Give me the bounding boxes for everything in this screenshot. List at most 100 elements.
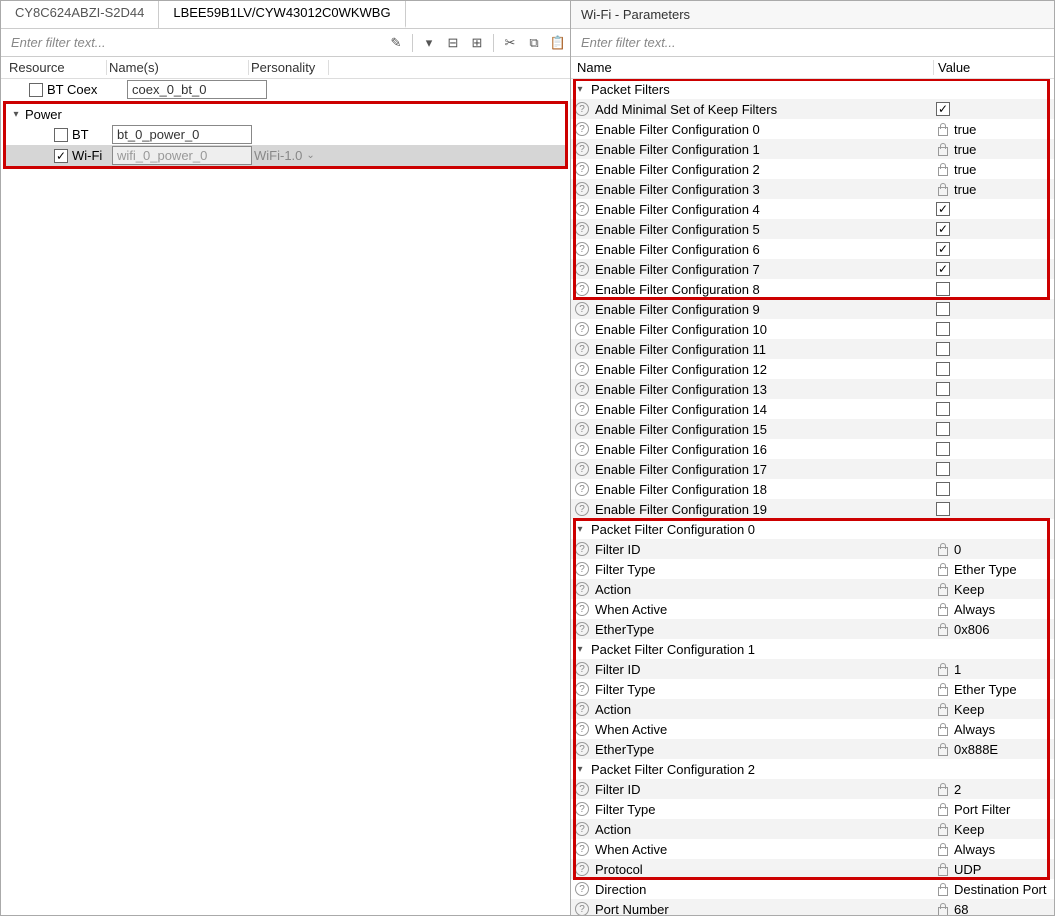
help-icon[interactable]: [575, 202, 589, 216]
help-icon[interactable]: [575, 602, 589, 616]
help-icon[interactable]: [575, 502, 589, 516]
checkbox[interactable]: [936, 322, 950, 336]
checkbox[interactable]: [936, 362, 950, 376]
help-icon[interactable]: [575, 742, 589, 756]
param-row[interactable]: ▾Packet Filter Configuration 2: [571, 759, 1054, 779]
param-row[interactable]: DirectionDestination Port: [571, 879, 1054, 899]
chevron-down-icon[interactable]: ▾: [575, 84, 585, 95]
param-row[interactable]: ▾Packet Filter Configuration 0: [571, 519, 1054, 539]
param-row[interactable]: Enable Filter Configuration 12: [571, 359, 1054, 379]
copy-icon[interactable]: ⧉: [526, 35, 542, 51]
help-icon[interactable]: [575, 402, 589, 416]
help-icon[interactable]: [575, 142, 589, 156]
param-row[interactable]: When ActiveAlways: [571, 839, 1054, 859]
checkbox[interactable]: [936, 202, 950, 216]
filter-input-right[interactable]: [575, 32, 1050, 54]
help-icon[interactable]: [575, 362, 589, 376]
clear-filter-icon[interactable]: ✎: [388, 35, 404, 51]
param-row[interactable]: Filter TypeEther Type: [571, 679, 1054, 699]
param-row[interactable]: Enable Filter Configuration 9: [571, 299, 1054, 319]
checkbox-wifi[interactable]: [54, 149, 68, 163]
name-btcoex[interactable]: [127, 80, 267, 99]
chevron-down-icon[interactable]: ▾: [575, 524, 585, 535]
param-row[interactable]: ▾Packet Filters: [571, 79, 1054, 99]
help-icon[interactable]: [575, 282, 589, 296]
help-icon[interactable]: [575, 622, 589, 636]
param-row[interactable]: EtherType0x888E: [571, 739, 1054, 759]
collapse-icon[interactable]: ⊟: [445, 35, 461, 51]
help-icon[interactable]: [575, 862, 589, 876]
param-row[interactable]: Enable Filter Configuration 14: [571, 399, 1054, 419]
row-wifi[interactable]: Wi-Fi WiFi-1.0⌄: [6, 145, 565, 166]
personality-wifi[interactable]: WiFi-1.0⌄: [252, 148, 342, 163]
checkbox[interactable]: [936, 222, 950, 236]
checkbox[interactable]: [936, 282, 950, 296]
param-row[interactable]: Add Minimal Set of Keep Filters: [571, 99, 1054, 119]
row-btcoex[interactable]: BT Coex: [1, 79, 570, 100]
help-icon[interactable]: [575, 182, 589, 196]
help-icon[interactable]: [575, 222, 589, 236]
checkbox[interactable]: [936, 302, 950, 316]
checkbox[interactable]: [936, 262, 950, 276]
param-row[interactable]: ▾Packet Filter Configuration 1: [571, 639, 1054, 659]
funnel-icon[interactable]: ▾: [421, 35, 437, 51]
help-icon[interactable]: [575, 562, 589, 576]
checkbox[interactable]: [936, 502, 950, 516]
help-icon[interactable]: [575, 662, 589, 676]
param-row[interactable]: Filter ID1: [571, 659, 1054, 679]
checkbox-bt[interactable]: [54, 128, 68, 142]
checkbox[interactable]: [936, 402, 950, 416]
tab-device-2[interactable]: LBEE59B1LV/CYW43012C0WKWBG: [159, 1, 405, 28]
param-row[interactable]: Filter TypeEther Type: [571, 559, 1054, 579]
col-names[interactable]: Name(s): [107, 60, 249, 75]
param-row[interactable]: Enable Filter Configuration 17: [571, 459, 1054, 479]
param-row[interactable]: Enable Filter Configuration 15: [571, 419, 1054, 439]
checkbox[interactable]: [936, 102, 950, 116]
param-row[interactable]: Enable Filter Configuration 19: [571, 499, 1054, 519]
help-icon[interactable]: [575, 822, 589, 836]
help-icon[interactable]: [575, 342, 589, 356]
help-icon[interactable]: [575, 302, 589, 316]
checkbox[interactable]: [936, 442, 950, 456]
param-row[interactable]: Enable Filter Configuration 1true: [571, 139, 1054, 159]
tab-device-1[interactable]: CY8C624ABZI-S2D44: [1, 1, 159, 28]
col-value[interactable]: Value: [934, 60, 1054, 75]
row-bt[interactable]: BT: [6, 124, 565, 145]
checkbox[interactable]: [936, 382, 950, 396]
param-row[interactable]: Port Number68: [571, 899, 1054, 915]
param-row[interactable]: Enable Filter Configuration 0true: [571, 119, 1054, 139]
param-row[interactable]: Enable Filter Configuration 16: [571, 439, 1054, 459]
checkbox[interactable]: [936, 462, 950, 476]
chevron-down-icon[interactable]: ▾: [11, 109, 21, 120]
help-icon[interactable]: [575, 382, 589, 396]
param-row[interactable]: Enable Filter Configuration 4: [571, 199, 1054, 219]
param-row[interactable]: Enable Filter Configuration 6: [571, 239, 1054, 259]
help-icon[interactable]: [575, 782, 589, 796]
param-row[interactable]: Enable Filter Configuration 3true: [571, 179, 1054, 199]
col-personality[interactable]: Personality: [249, 60, 329, 75]
checkbox[interactable]: [936, 482, 950, 496]
param-row[interactable]: Filter ID2: [571, 779, 1054, 799]
chevron-down-icon[interactable]: ▾: [575, 764, 585, 775]
param-row[interactable]: Enable Filter Configuration 13: [571, 379, 1054, 399]
help-icon[interactable]: [575, 262, 589, 276]
expand-icon[interactable]: ⊞: [469, 35, 485, 51]
category-power[interactable]: ▾ Power: [6, 104, 565, 124]
help-icon[interactable]: [575, 322, 589, 336]
help-icon[interactable]: [575, 482, 589, 496]
param-row[interactable]: When ActiveAlways: [571, 719, 1054, 739]
param-row[interactable]: Enable Filter Configuration 11: [571, 339, 1054, 359]
param-row[interactable]: When ActiveAlways: [571, 599, 1054, 619]
param-row[interactable]: Filter ID0: [571, 539, 1054, 559]
help-icon[interactable]: [575, 582, 589, 596]
checkbox[interactable]: [936, 342, 950, 356]
col-resource[interactable]: Resource: [7, 60, 107, 75]
name-wifi[interactable]: [112, 146, 252, 165]
param-row[interactable]: EtherType0x806: [571, 619, 1054, 639]
param-row[interactable]: Enable Filter Configuration 18: [571, 479, 1054, 499]
param-row[interactable]: Filter TypePort Filter: [571, 799, 1054, 819]
help-icon[interactable]: [575, 802, 589, 816]
param-row[interactable]: Enable Filter Configuration 2true: [571, 159, 1054, 179]
param-row[interactable]: Enable Filter Configuration 10: [571, 319, 1054, 339]
filter-input-left[interactable]: [5, 32, 380, 54]
